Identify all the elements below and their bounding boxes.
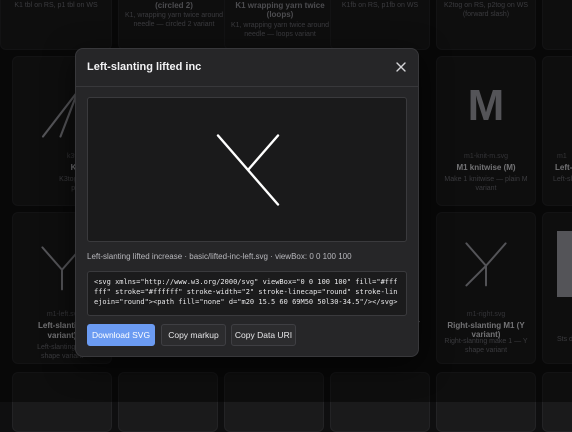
- lifted-inc-left-icon: [216, 134, 280, 206]
- dialog-title: Left-slanting lifted inc: [87, 61, 202, 73]
- symbol-detail-dialog: Left-slanting lifted inc Left-slanting l…: [75, 48, 419, 357]
- download-svg-button[interactable]: Download SVG: [87, 324, 155, 346]
- symbol-preview: [87, 97, 407, 242]
- copy-markup-button[interactable]: Copy markup: [161, 324, 226, 346]
- svg-markup-code[interactable]: <svg xmlns="http://www.w3.org/2000/svg" …: [87, 271, 407, 316]
- copy-data-uri-button[interactable]: Copy Data URI: [231, 324, 296, 346]
- dialog-divider: [76, 86, 418, 87]
- close-icon[interactable]: [394, 60, 408, 74]
- symbol-caption: Left-slanting lifted increase · basic/li…: [87, 252, 352, 261]
